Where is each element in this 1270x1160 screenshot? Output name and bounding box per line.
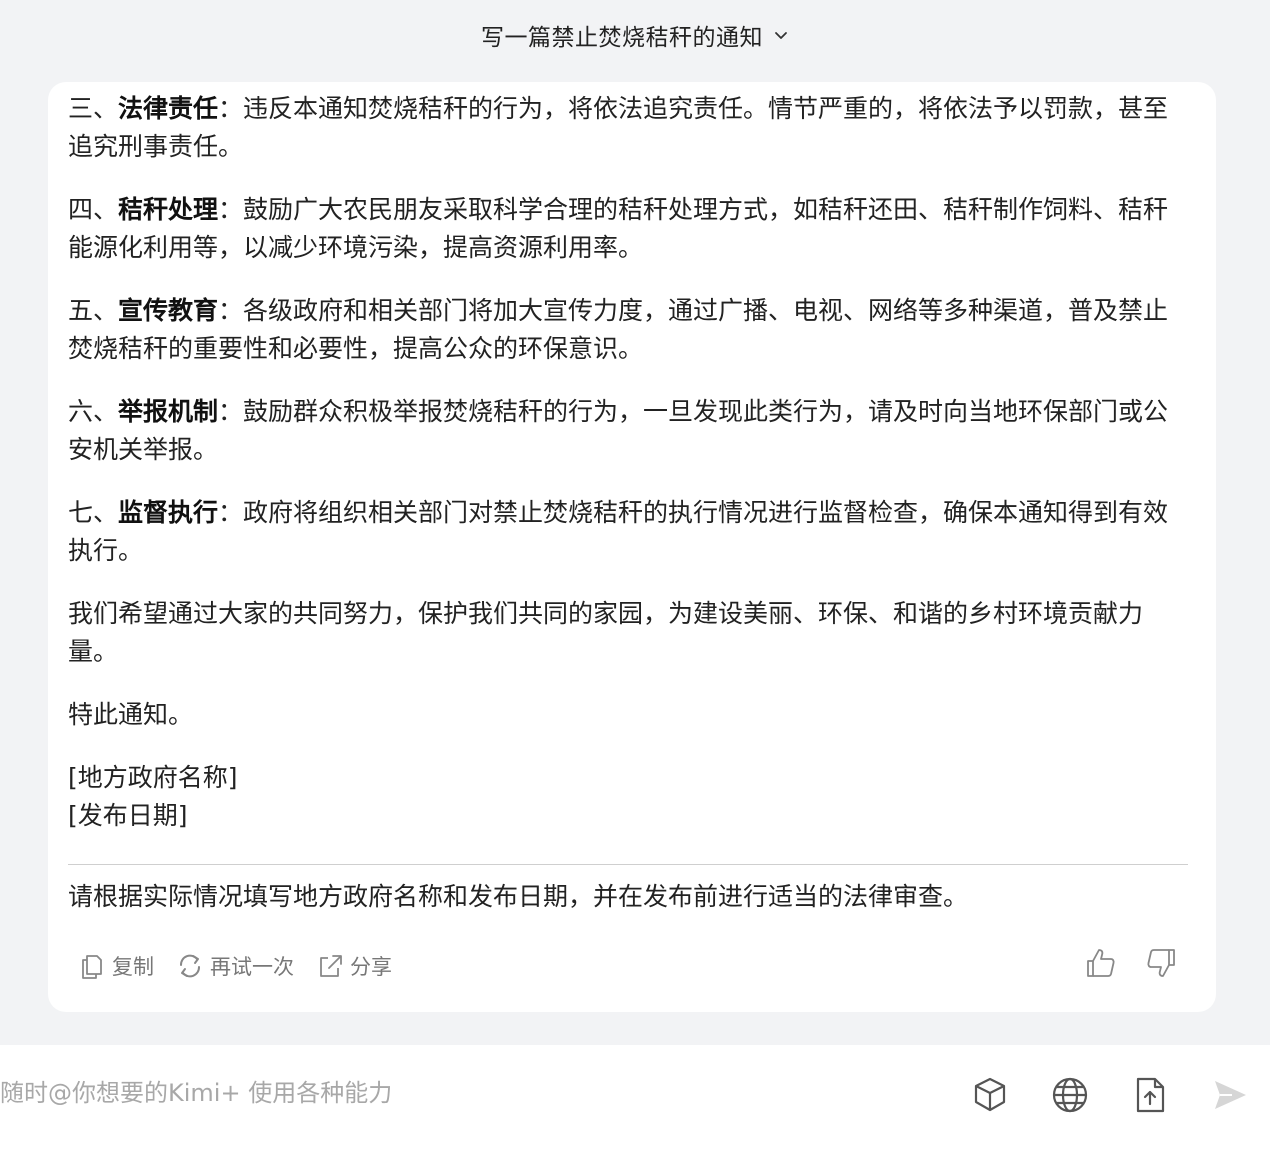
notice-line: 特此通知。	[68, 700, 194, 729]
chevron-down-icon	[775, 32, 787, 39]
cube-icon[interactable]	[970, 1075, 1010, 1115]
paragraph-5: 五、宣传教育：各级政府和相关部门将加大宣传力度，通过广播、电视、网络等多种渠道，…	[68, 296, 1169, 363]
send-icon[interactable]	[1210, 1075, 1250, 1115]
signature-date: [发布日期]	[68, 801, 188, 830]
paragraph-7: 七、监督执行：政府将组织相关部门对禁止焚烧秸秆的执行情况进行监督检查，确保本通知…	[68, 498, 1169, 565]
chat-input[interactable]	[0, 1073, 940, 1113]
paragraph-heading: 秸秆处理	[118, 195, 219, 224]
share-icon	[320, 955, 342, 977]
thumbs-down-icon[interactable]	[1144, 946, 1178, 980]
feedback-buttons	[1084, 946, 1178, 980]
globe-icon[interactable]	[1050, 1075, 1090, 1115]
copy-button[interactable]: 复制	[78, 951, 154, 981]
conversation-title: 写一篇禁止焚烧秸秆的通知	[481, 25, 763, 51]
message-content: 三、法律责任：违反本通知焚烧秸秆的行为，将依法追究责任。情节严重的，将依法予以罚…	[68, 90, 1188, 835]
copy-label: 复制	[112, 955, 154, 979]
top-bar: 写一篇禁止焚烧秸秆的通知	[0, 0, 1270, 70]
conversation-title-dropdown[interactable]: 写一篇禁止焚烧秸秆的通知	[481, 18, 789, 52]
thumbs-up-icon[interactable]	[1084, 946, 1118, 980]
message-actions: 复制 再试一次 分享	[78, 946, 392, 986]
assistant-message-card: 三、法律责任：违反本通知焚烧秸秆的行为，将依法追究责任。情节严重的，将依法予以罚…	[48, 82, 1216, 1012]
chat-input-bar	[0, 1045, 1270, 1160]
divider	[68, 864, 1188, 865]
retry-label: 再试一次	[210, 955, 294, 979]
paragraph-3: 三、法律责任：违反本通知焚烧秸秆的行为，将依法追究责任。情节严重的，将依法予以罚…	[68, 94, 1169, 161]
file-upload-icon[interactable]	[1130, 1075, 1170, 1115]
paragraph-heading: 举报机制	[118, 397, 219, 426]
signature-name: [地方政府名称]	[68, 763, 238, 792]
retry-button[interactable]: 再试一次	[176, 951, 294, 981]
paragraph-heading: 宣传教育	[118, 296, 219, 325]
closing-paragraph: 我们希望通过大家的共同努力，保护我们共同的家园，为建设美丽、环保、和谐的乡村环境…	[68, 599, 1144, 666]
copy-icon	[82, 955, 102, 979]
paragraph-heading: 监督执行	[118, 498, 219, 527]
input-tools	[970, 1075, 1250, 1115]
retry-icon	[179, 954, 201, 978]
paragraph-4: 四、秸秆处理：鼓励广大农民朋友采取科学合理的秸秆处理方式，如秸秆还田、秸秆制作饲…	[68, 195, 1169, 262]
share-label: 分享	[350, 955, 392, 979]
paragraph-heading: 法律责任	[118, 94, 219, 123]
footnote: 请根据实际情况填写地方政府名称和发布日期，并在发布前进行适当的法律审查。	[68, 882, 969, 911]
share-button[interactable]: 分享	[316, 951, 392, 981]
paragraph-6: 六、举报机制：鼓励群众积极举报焚烧秸秆的行为，一旦发现此类行为，请及时向当地环保…	[68, 397, 1169, 464]
